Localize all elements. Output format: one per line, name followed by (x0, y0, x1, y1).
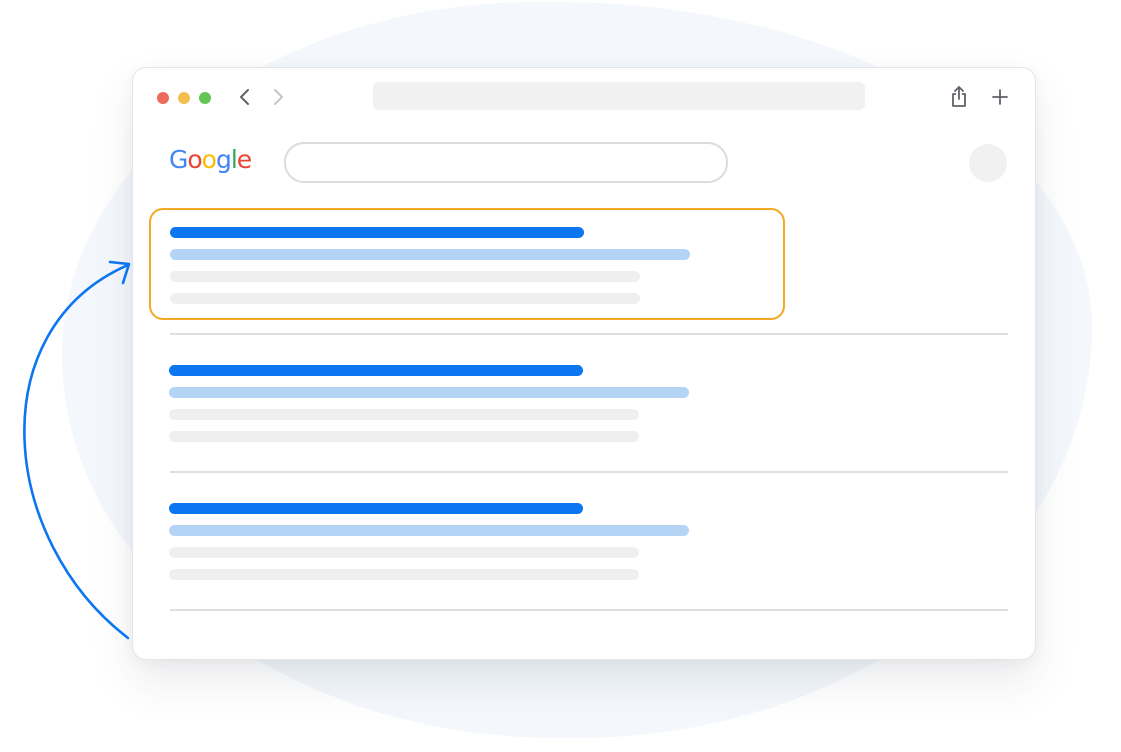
search-input[interactable] (284, 142, 728, 183)
result-snippet-line (170, 293, 640, 304)
result-snippet-line (169, 547, 639, 558)
result-url (169, 525, 689, 536)
divider (170, 471, 1008, 473)
browser-window: Google (132, 67, 1036, 660)
result-title[interactable] (169, 503, 583, 514)
divider (170, 333, 1008, 335)
chevron-right-icon[interactable] (267, 85, 289, 109)
result-snippet-line (170, 271, 640, 282)
minimize-button[interactable] (178, 92, 190, 104)
search-result[interactable] (149, 485, 783, 595)
search-result[interactable] (149, 347, 783, 457)
result-title[interactable] (170, 227, 584, 238)
maximize-button[interactable] (199, 92, 211, 104)
logo-letter: G (169, 145, 188, 174)
result-snippet-line (169, 409, 639, 420)
result-url (170, 249, 690, 260)
logo-letter: o (187, 145, 202, 174)
chevron-left-icon[interactable] (234, 85, 256, 109)
result-title[interactable] (169, 365, 583, 376)
google-logo: Google (169, 145, 252, 175)
avatar[interactable] (969, 144, 1007, 182)
close-button[interactable] (157, 92, 169, 104)
address-bar[interactable] (373, 82, 865, 110)
logo-letter: g (215, 145, 232, 174)
result-snippet-line (169, 569, 639, 580)
search-result-highlighted[interactable] (149, 208, 785, 320)
plus-icon[interactable] (989, 86, 1011, 108)
result-url (169, 387, 689, 398)
share-icon[interactable] (948, 84, 970, 110)
result-snippet-line (169, 431, 639, 442)
divider (170, 609, 1008, 611)
logo-letter: o (201, 145, 217, 174)
logo-letter: e (236, 145, 252, 174)
